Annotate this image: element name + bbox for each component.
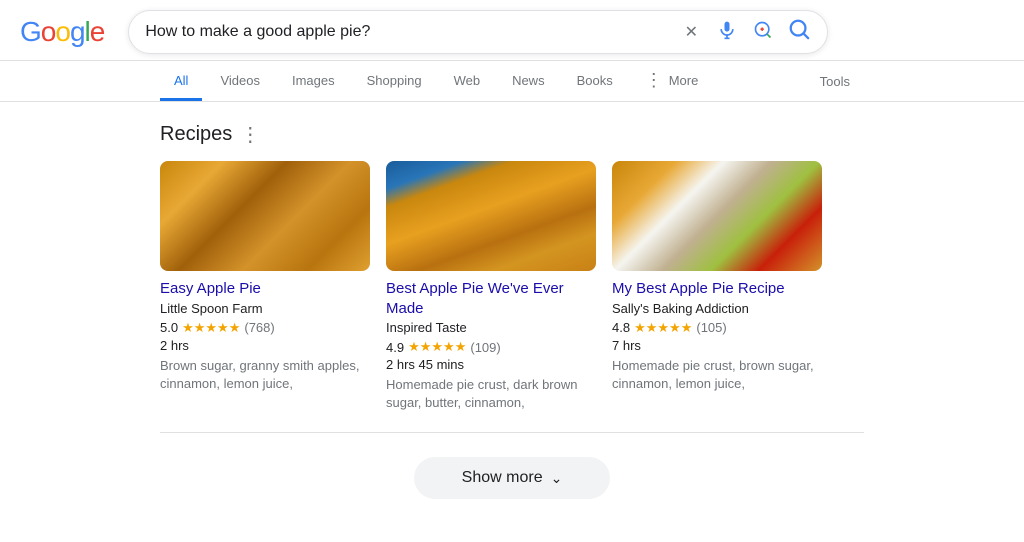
- rating-value-2: 4.9: [386, 340, 404, 355]
- tab-images[interactable]: Images: [278, 63, 349, 101]
- stars-3: ★★★★★: [634, 320, 692, 336]
- recipe-image-2[interactable]: [386, 161, 596, 271]
- recipe-rating-3: 4.8 ★★★★★ (105): [612, 320, 822, 336]
- review-count-3: (105): [696, 320, 726, 335]
- stars-1: ★★★★★: [182, 320, 240, 336]
- logo-g: G: [20, 16, 41, 47]
- logo-o1: o: [41, 16, 56, 47]
- recipe-ingredients-3: Homemade pie crust, brown sugar, cinnamo…: [612, 357, 822, 393]
- logo-g2: g: [70, 16, 85, 47]
- voice-search-button[interactable]: [715, 20, 739, 44]
- recipe-title-3[interactable]: My Best Apple Pie Recipe: [612, 279, 822, 299]
- recipe-ingredients-1: Brown sugar, granny smith apples, cinnam…: [160, 357, 370, 393]
- recipe-title-2[interactable]: Best Apple Pie We've Ever Made: [386, 279, 596, 318]
- header: Google ✕: [0, 0, 1024, 61]
- recipe-ingredients-2: Homemade pie crust, dark brown sugar, bu…: [386, 376, 596, 412]
- logo-o2: o: [55, 16, 70, 47]
- tab-web[interactable]: Web: [440, 63, 495, 101]
- logo-e: e: [90, 16, 105, 47]
- tab-shopping[interactable]: Shopping: [353, 63, 436, 101]
- search-icons: ✕: [679, 20, 811, 44]
- show-more-wrapper: Show more ⌄: [160, 449, 864, 515]
- stars-2: ★★★★★: [408, 339, 466, 355]
- tab-videos[interactable]: Videos: [206, 63, 274, 101]
- clear-icon: ✕: [685, 22, 698, 42]
- recipe-time-1: 2 hrs: [160, 338, 370, 353]
- tab-all[interactable]: All: [160, 63, 202, 101]
- recipe-card-1: Easy Apple Pie Little Spoon Farm 5.0 ★★★…: [160, 161, 370, 412]
- tab-tools[interactable]: Tools: [806, 64, 864, 99]
- tab-more[interactable]: ⋮ More: [631, 61, 713, 102]
- rating-value-3: 4.8: [612, 320, 630, 335]
- lens-button[interactable]: [751, 20, 775, 44]
- recipes-title: Recipes: [160, 123, 232, 146]
- recipe-card-2: Best Apple Pie We've Ever Made Inspired …: [386, 161, 596, 412]
- recipe-time-2: 2 hrs 45 mins: [386, 357, 596, 372]
- main-content: Recipes ⋮ Easy Apple Pie Little Spoon Fa…: [0, 102, 1024, 535]
- search-input[interactable]: [145, 23, 671, 41]
- recipe-rating-2: 4.9 ★★★★★ (109): [386, 339, 596, 355]
- lens-icon: [753, 20, 773, 45]
- recipe-title-1[interactable]: Easy Apple Pie: [160, 279, 370, 299]
- more-dots-icon: ⋮: [645, 71, 663, 89]
- clear-button[interactable]: ✕: [679, 20, 703, 44]
- recipe-image-3[interactable]: [612, 161, 822, 271]
- show-more-label: Show more: [462, 469, 543, 487]
- review-count-1: (768): [244, 320, 274, 335]
- recipe-image-1[interactable]: [160, 161, 370, 271]
- recipe-source-2: Inspired Taste: [386, 320, 596, 335]
- review-count-2: (109): [470, 340, 500, 355]
- recipes-header: Recipes ⋮: [160, 122, 864, 147]
- nav-tabs: All Videos Images Shopping Web News Book…: [0, 61, 1024, 102]
- chevron-down-icon: ⌄: [551, 470, 563, 487]
- recipe-source-1: Little Spoon Farm: [160, 301, 370, 316]
- tab-books[interactable]: Books: [563, 63, 627, 101]
- recipe-time-3: 7 hrs: [612, 338, 822, 353]
- search-bar: ✕: [128, 10, 828, 54]
- section-divider: [160, 432, 864, 433]
- search-icon: [788, 18, 810, 46]
- recipe-source-3: Sally's Baking Addiction: [612, 301, 822, 316]
- tab-news[interactable]: News: [498, 63, 559, 101]
- search-button[interactable]: [787, 20, 811, 44]
- google-logo: Google: [20, 16, 104, 48]
- rating-value-1: 5.0: [160, 320, 178, 335]
- recipe-rating-1: 5.0 ★★★★★ (768): [160, 320, 370, 336]
- mic-icon: [717, 20, 737, 45]
- recipes-options-icon[interactable]: ⋮: [240, 122, 260, 147]
- recipe-card-3: My Best Apple Pie Recipe Sally's Baking …: [612, 161, 822, 412]
- recipe-cards: Easy Apple Pie Little Spoon Farm 5.0 ★★★…: [160, 161, 864, 412]
- show-more-button[interactable]: Show more ⌄: [414, 457, 611, 499]
